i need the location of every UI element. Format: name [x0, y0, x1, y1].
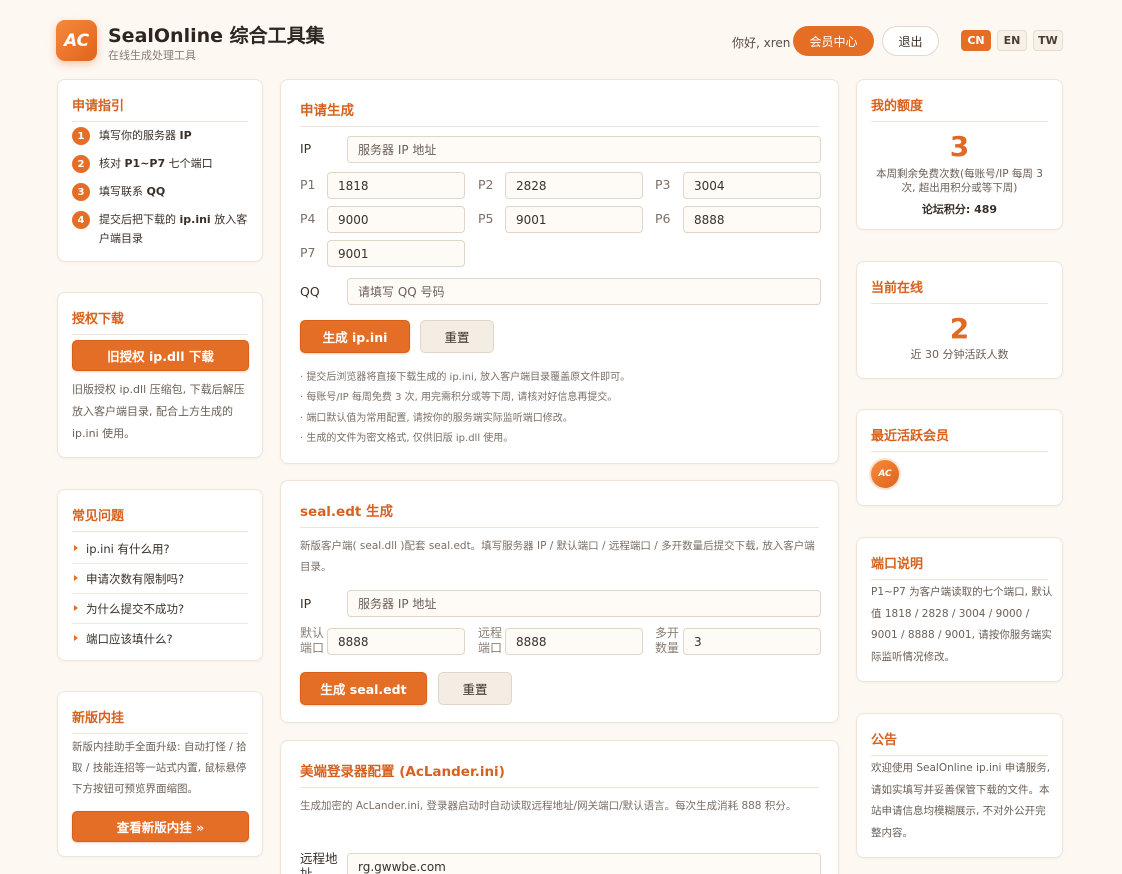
port-p2-input[interactable]: 2828 [505, 172, 643, 199]
notice-text: 欢迎使用 SealOnline ip.ini 申请服务, 请如实填写并妥善保管下… [871, 762, 1051, 839]
edt-desc: 新版客户端( seal.dll )配套 seal.edt。填写服务器 IP / … [300, 540, 815, 573]
port-label: P2 [478, 177, 494, 192]
port-label: P5 [478, 211, 494, 226]
quota-desc: 本周剩余免费次数(每账号/IP 每周 3 次, 超出用积分或等下周) [876, 168, 1043, 194]
faq-item[interactable]: 为什么提交不成功? [72, 594, 248, 624]
guide-card: 申请指引 1 填写你的服务器 IP 2 核对 P1~P7 七个端口 3 填写联系… [57, 79, 263, 262]
app-subtitle: 在线生成处理工具 [108, 49, 196, 62]
edt-reset-button[interactable]: 重置 [438, 672, 512, 705]
port-p7-input[interactable]: 9001 [327, 240, 465, 267]
logout-button[interactable]: 退出 [882, 26, 939, 56]
header: AC SealOnline 综合工具集 在线生成处理工具 你好, xren 会员… [56, 20, 1066, 64]
view-plugin-button[interactable]: 查看新版内挂 » [72, 811, 249, 842]
faq-card: 常见问题 ip.ini 有什么用? 申请次数有限制吗? 为什么提交不成功? 端口… [57, 489, 263, 661]
port-p4-input[interactable]: 9000 [327, 206, 465, 233]
online-title: 当前在线 [871, 277, 1048, 304]
default-port-input[interactable]: 8888 [327, 628, 465, 655]
ports-info-card: 端口说明 P1~P7 为客户端读取的七个端口, 默认值 1818 / 2828 … [856, 537, 1063, 682]
multi-count-input[interactable]: 3 [683, 628, 821, 655]
online-card: 当前在线 2 近 30 分钟活跃人数 [856, 261, 1063, 379]
lang-tw-button[interactable]: TW [1033, 30, 1063, 51]
auth-text: 旧版授权 ip.dll 压缩包, 下载后解压放入客户端目录, 配合上方生成的 i… [72, 383, 245, 440]
apply-title: 申请生成 [300, 99, 819, 127]
port-label: P4 [300, 211, 316, 226]
ip-input[interactable]: 服务器 IP 地址 [347, 136, 821, 163]
ports-info-text: P1~P7 为客户端读取的七个端口, 默认值 1818 / 2828 / 300… [871, 586, 1053, 663]
auth-title: 授权下载 [72, 308, 248, 335]
forum-score: 论坛积分: 489 [921, 203, 998, 216]
ip-label: IP [300, 596, 312, 611]
default-port-label: 默认端口 [300, 626, 325, 655]
notice-card: 公告 欢迎使用 SealOnline ip.ini 申请服务, 请如实填写并妥善… [856, 713, 1063, 858]
quota-title: 我的额度 [871, 95, 1048, 122]
port-p6-input[interactable]: 8888 [683, 206, 821, 233]
ip-label: IP [300, 141, 312, 156]
note-line: · 生成的文件为密文格式, 仅供旧版 ip.dll 使用。 [300, 433, 514, 444]
auth-card: 授权下载 旧授权 ip.dll 下载 旧版授权 ip.dll 压缩包, 下载后解… [57, 292, 263, 458]
faq-item[interactable]: ip.ini 有什么用? [72, 534, 248, 564]
multi-count-label: 多开数量 [655, 626, 680, 655]
online-value: 2 [949, 312, 970, 345]
remote-port-input[interactable]: 8888 [505, 628, 643, 655]
online-desc: 近 30 分钟活跃人数 [910, 348, 1009, 361]
plugin-card: 新版内挂 新版内挂助手全面升级: 自动打怪 / 拾取 / 技能连招等一站式内置,… [57, 691, 263, 857]
member-center-button[interactable]: 会员中心 [793, 26, 874, 56]
qq-label: QQ [300, 284, 320, 299]
note-line: · 每账号/IP 每周免费 3 次, 用完需积分或等下周, 请核对好信息再提交。 [300, 392, 618, 403]
lang-en-button[interactable]: EN [997, 30, 1027, 51]
user-greeting: 你好, xren [732, 36, 791, 50]
plugin-title: 新版内挂 [72, 707, 248, 734]
generate-seal-edt-button[interactable]: 生成 seal.edt [300, 672, 427, 705]
port-label: P7 [300, 245, 316, 260]
step-number: 1 [72, 127, 90, 145]
step-number: 4 [72, 211, 90, 229]
plugin-text: 新版内挂助手全面升级: 自动打怪 / 拾取 / 技能连招等一站式内置, 鼠标悬停… [72, 741, 247, 795]
notice-title: 公告 [871, 729, 1048, 756]
port-p1-input[interactable]: 1818 [327, 172, 465, 199]
note-line: · 端口默认值为常用配置, 请按你的服务端实际监听端口修改。 [300, 413, 573, 424]
guide-title: 申请指引 [72, 95, 248, 122]
edt-card: seal.edt 生成 新版客户端( seal.dll )配套 seal.edt… [280, 480, 839, 723]
active-members-card: 最近活跃会员 AC [856, 409, 1063, 506]
ports-info-title: 端口说明 [871, 553, 1048, 580]
generate-ip-ini-button[interactable]: 生成 ip.ini [300, 320, 410, 353]
port-p5-input[interactable]: 9001 [505, 206, 643, 233]
lang-cn-button[interactable]: CN [961, 30, 991, 51]
lander-card: 美端登录器配置 (AcLander.ini) 生成加密的 AcLander.in… [280, 740, 839, 874]
port-label: P3 [655, 177, 671, 192]
download-ip-dll-button[interactable]: 旧授权 ip.dll 下载 [72, 340, 249, 371]
faq-item[interactable]: 申请次数有限制吗? [72, 564, 248, 594]
note-line: · 提交后浏览器将直接下载生成的 ip.ini, 放入客户端目录覆盖原文件即可。 [300, 372, 631, 383]
faq-item[interactable]: 端口应该填什么? [72, 624, 248, 654]
apply-card: 申请生成 IP 服务器 IP 地址 P1 1818 P2 2828 P3 300… [280, 79, 839, 464]
edt-ip-input[interactable]: 服务器 IP 地址 [347, 590, 821, 617]
active-members-title: 最近活跃会员 [871, 425, 1048, 452]
lander-title: 美端登录器配置 (AcLander.ini) [300, 760, 819, 788]
reset-button[interactable]: 重置 [420, 320, 494, 353]
app-title: SealOnline 综合工具集 [108, 25, 325, 47]
quota-card: 我的额度 3 本周剩余免费次数(每账号/IP 每周 3 次, 超出用积分或等下周… [856, 79, 1063, 230]
lander-desc: 生成加密的 AcLander.ini, 登录器启动时自动读取远程地址/网关端口/… [300, 800, 797, 812]
qq-input[interactable]: 请填写 QQ 号码 [347, 278, 821, 305]
faq-title: 常见问题 [72, 505, 248, 532]
remote-address-input[interactable]: rg.gwwbe.com [347, 853, 821, 874]
port-label: P6 [655, 211, 671, 226]
remote-port-label: 远程端口 [478, 626, 503, 655]
step-number: 3 [72, 183, 90, 201]
edt-title: seal.edt 生成 [300, 500, 819, 528]
logo: AC [56, 20, 97, 61]
quota-value: 3 [949, 130, 970, 163]
port-p3-input[interactable]: 3004 [683, 172, 821, 199]
remote-address-label: 远程地址 [300, 851, 338, 874]
step-number: 2 [72, 155, 90, 173]
member-avatar[interactable]: AC [871, 460, 899, 488]
port-label: P1 [300, 177, 316, 192]
